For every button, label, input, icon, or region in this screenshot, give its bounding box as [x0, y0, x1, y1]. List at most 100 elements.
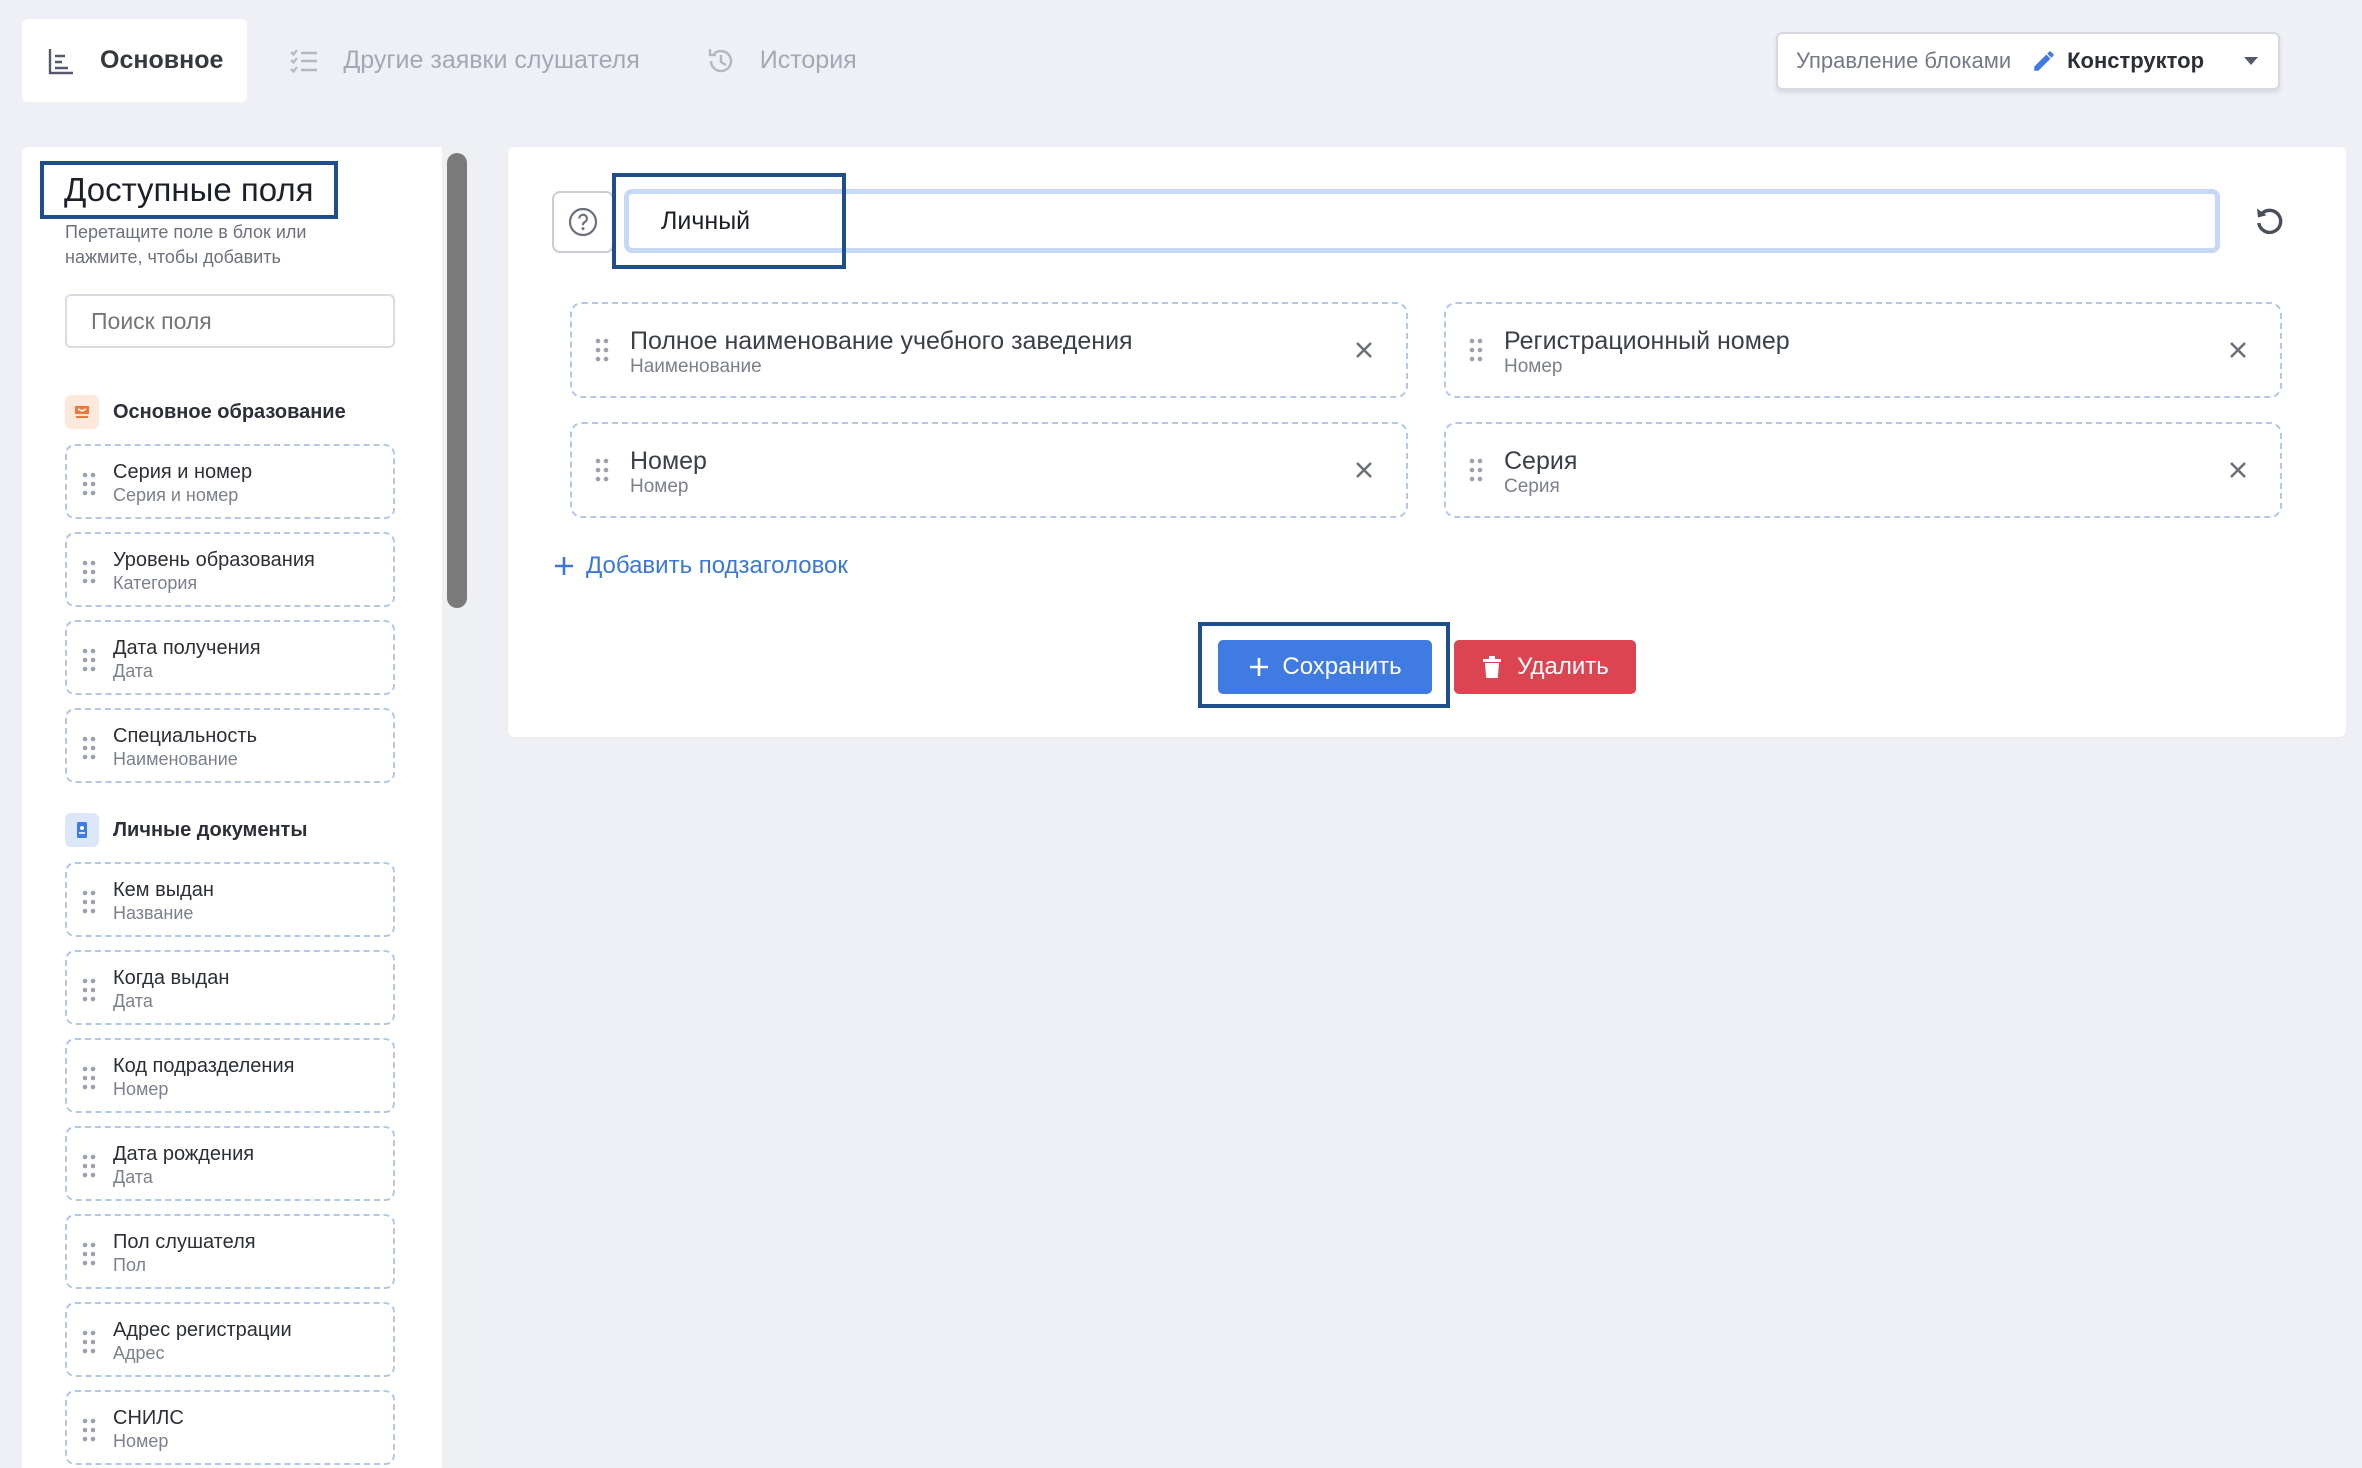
tab-other-applications-label: Другие заявки слушателя: [343, 46, 640, 74]
field-card-name: Код подразделения: [113, 1055, 295, 1077]
block-field-name: Регистрационный номер: [1504, 327, 1790, 355]
tab-main-label: Основное: [100, 46, 224, 74]
pencil-icon: [2031, 48, 2057, 74]
add-subheading-link[interactable]: Добавить подзаголовок: [552, 552, 848, 580]
block-field-name: Полное наименование учебного заведения: [630, 327, 1133, 355]
fields-scrollbar-thumb[interactable]: [447, 153, 467, 608]
field-card-type: Номер: [113, 1079, 169, 1099]
delete-button-label: Удалить: [1517, 653, 1609, 680]
field-card[interactable]: Код подразделения Номер: [65, 1038, 395, 1113]
tab-other-applications[interactable]: Другие заявки слушателя: [265, 19, 663, 102]
drag-handle-icon[interactable]: [81, 736, 97, 760]
fields-scrollbar[interactable]: [442, 147, 472, 1468]
chevron-down-icon: [2244, 57, 2258, 65]
block-field-type: Серия: [1504, 476, 1560, 497]
reset-button[interactable]: [2250, 201, 2290, 241]
field-card[interactable]: Дата получения Дата: [65, 620, 395, 695]
field-card-type: Номер: [113, 1431, 169, 1451]
field-card-type: Категория: [113, 573, 198, 593]
field-card-name: Уровень образования: [113, 549, 315, 571]
available-fields-panel: Доступные поля Перетащите поле в блок ил…: [22, 147, 472, 1468]
drag-handle-icon[interactable]: [81, 890, 97, 914]
field-card-type: Название: [113, 903, 194, 923]
close-icon[interactable]: [2226, 458, 2250, 482]
group-personal-documents: Личные документы: [65, 813, 307, 847]
close-icon[interactable]: [1352, 338, 1376, 362]
block-field-card[interactable]: Регистрационный номер Номер: [1444, 302, 2282, 398]
field-card-name: Серия и номер: [113, 461, 253, 483]
drag-handle-icon[interactable]: [594, 458, 610, 482]
drag-handle-icon[interactable]: [81, 1154, 97, 1178]
field-card[interactable]: Адрес регистрации Адрес: [65, 1302, 395, 1377]
plus-icon: [555, 557, 573, 575]
block-field-type: Номер: [630, 476, 689, 497]
drag-handle-icon[interactable]: [1468, 458, 1484, 482]
field-card[interactable]: СНИЛС Номер: [65, 1390, 395, 1465]
save-button[interactable]: Сохранить: [1218, 640, 1432, 694]
plus-icon: [1250, 658, 1269, 676]
field-card[interactable]: Уровень образования Категория: [65, 532, 395, 607]
block-management-dropdown[interactable]: Управление блоками Конструктор: [1776, 32, 2280, 90]
drag-handle-icon[interactable]: [81, 978, 97, 1002]
graduation-cap-icon: [65, 395, 99, 429]
field-card-name: Адрес регистрации: [113, 1319, 292, 1341]
field-card[interactable]: Серия и номер Серия и номер: [65, 444, 395, 519]
drag-handle-icon[interactable]: [81, 1418, 97, 1442]
drag-handle-icon[interactable]: [81, 1066, 97, 1090]
block-mode-value: Конструктор: [2067, 48, 2205, 73]
field-card[interactable]: Дата рождения Дата: [65, 1126, 395, 1201]
block-field-name: Серия: [1504, 447, 1578, 475]
field-card-name: Специальность: [113, 725, 257, 747]
drag-handle-icon[interactable]: [594, 338, 610, 362]
drag-handle-icon[interactable]: [81, 1242, 97, 1266]
drag-handle-icon[interactable]: [81, 1330, 97, 1354]
block-field-card[interactable]: Серия Серия: [1444, 422, 2282, 518]
add-subheading-label: Добавить подзаголовок: [586, 552, 848, 579]
close-icon[interactable]: [1352, 458, 1376, 482]
top-tabs: Основное Другие заявки слушателя История: [22, 19, 899, 102]
drag-handle-icon[interactable]: [1468, 338, 1484, 362]
question-circle-icon: [568, 207, 598, 237]
block-field-card[interactable]: Полное наименование учебного заведения Н…: [570, 302, 1408, 398]
field-card-name: Пол слушателя: [113, 1231, 256, 1253]
drag-handle-icon[interactable]: [81, 472, 97, 496]
history-icon: [704, 44, 738, 78]
field-card[interactable]: Пол слушателя Пол: [65, 1214, 395, 1289]
field-card-type: Дата: [113, 1167, 153, 1187]
field-search-input[interactable]: [65, 294, 395, 348]
block-field-card[interactable]: Номер Номер: [570, 422, 1408, 518]
field-card-type: Дата: [113, 991, 153, 1011]
delete-button[interactable]: Удалить: [1454, 640, 1636, 694]
group-basic-education-label: Основное образование: [113, 400, 346, 423]
block-field-type: Номер: [1504, 356, 1563, 377]
block-field-name: Номер: [630, 447, 707, 475]
field-card-name: Кем выдан: [113, 879, 214, 901]
field-card-type: Дата: [113, 661, 153, 681]
field-card-name: СНИЛС: [113, 1407, 184, 1429]
field-card-type: Наименование: [113, 749, 238, 769]
tab-history-label: История: [759, 46, 857, 74]
drag-handle-icon[interactable]: [81, 648, 97, 672]
undo-icon: [2257, 208, 2283, 235]
field-card[interactable]: Когда выдан Дата: [65, 950, 395, 1025]
field-card-name: Когда выдан: [113, 967, 230, 989]
block-field-type: Наименование: [630, 356, 762, 377]
block-title-input[interactable]: Личный: [624, 189, 2220, 253]
field-card-type: Адрес: [113, 1343, 165, 1363]
tab-main[interactable]: Основное: [22, 19, 248, 102]
save-button-label: Сохранить: [1282, 653, 1402, 680]
field-card-type: Пол: [113, 1255, 147, 1275]
block-editor-panel: Личный Полное наименование учебного заве…: [508, 147, 2346, 737]
tab-history[interactable]: История: [682, 19, 881, 102]
help-button[interactable]: [552, 191, 614, 253]
field-card[interactable]: Кем выдан Название: [65, 862, 395, 937]
available-fields-hint: Перетащите поле в блок или нажмите, чтоб…: [65, 222, 307, 267]
close-icon[interactable]: [2226, 338, 2250, 362]
trash-icon: [1483, 656, 1502, 678]
field-card-name: Дата рождения: [113, 1143, 255, 1165]
drag-handle-icon[interactable]: [81, 560, 97, 584]
group-basic-education: Основное образование: [65, 395, 346, 429]
field-card-type: Серия и номер: [113, 485, 239, 505]
field-card[interactable]: Специальность Наименование: [65, 708, 395, 783]
bar-list-icon: [44, 44, 78, 78]
